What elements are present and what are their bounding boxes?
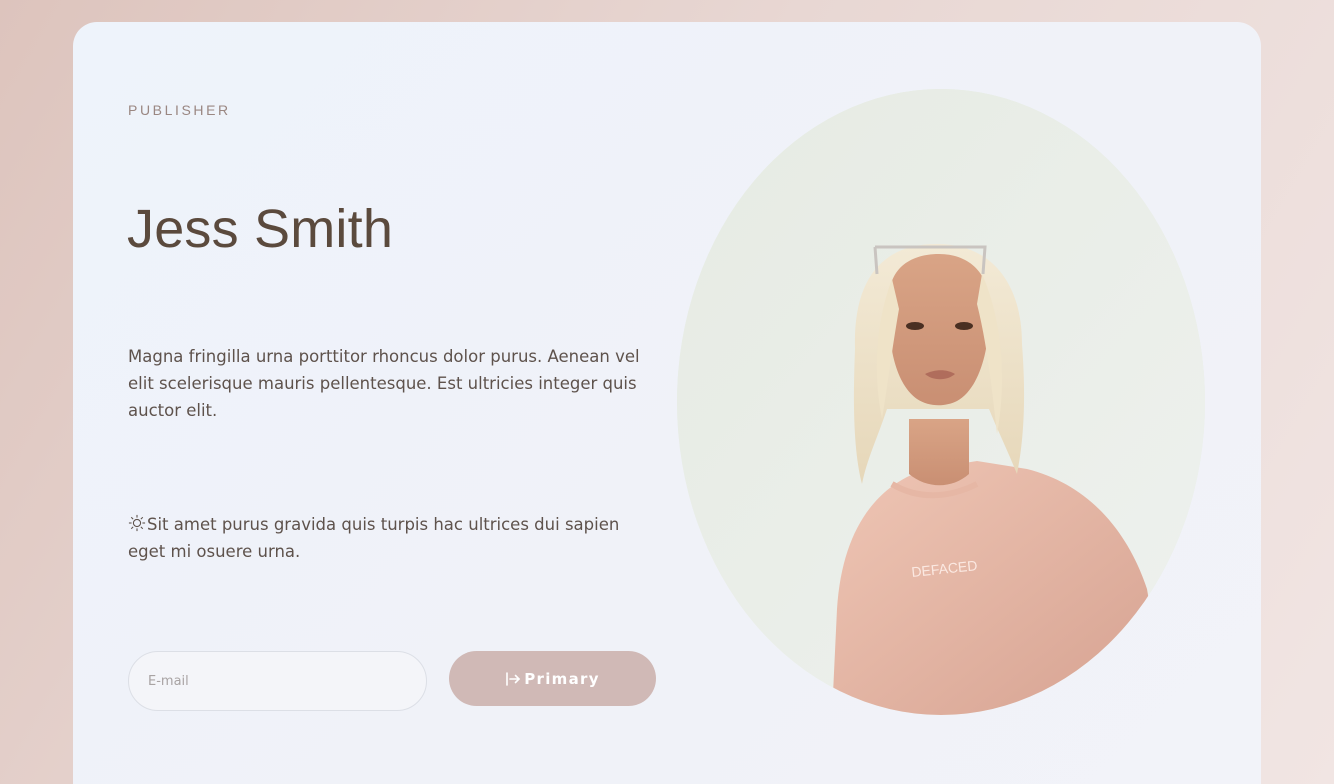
feature-paragraph: Sit amet purus gravida quis turpis hac u… xyxy=(128,511,658,565)
hero-card: PUBLISHER Jess Smith Magna fringilla urn… xyxy=(73,22,1261,784)
email-field[interactable]: E-mail xyxy=(128,651,427,711)
profile-photo: DEFACED xyxy=(677,89,1205,715)
primary-button-label: Primary xyxy=(524,669,600,688)
email-placeholder: E-mail xyxy=(148,673,189,689)
feature-text: Sit amet purus gravida quis turpis hac u… xyxy=(128,515,620,561)
intro-paragraph: Magna fringilla urna porttitor rhoncus d… xyxy=(128,347,640,420)
sign-in-arrow-icon xyxy=(506,671,521,686)
primary-button[interactable]: Primary xyxy=(449,651,656,706)
sun-icon xyxy=(128,514,146,532)
role-eyebrow: PUBLISHER xyxy=(128,102,231,118)
page-title: Jess Smith xyxy=(127,199,394,259)
